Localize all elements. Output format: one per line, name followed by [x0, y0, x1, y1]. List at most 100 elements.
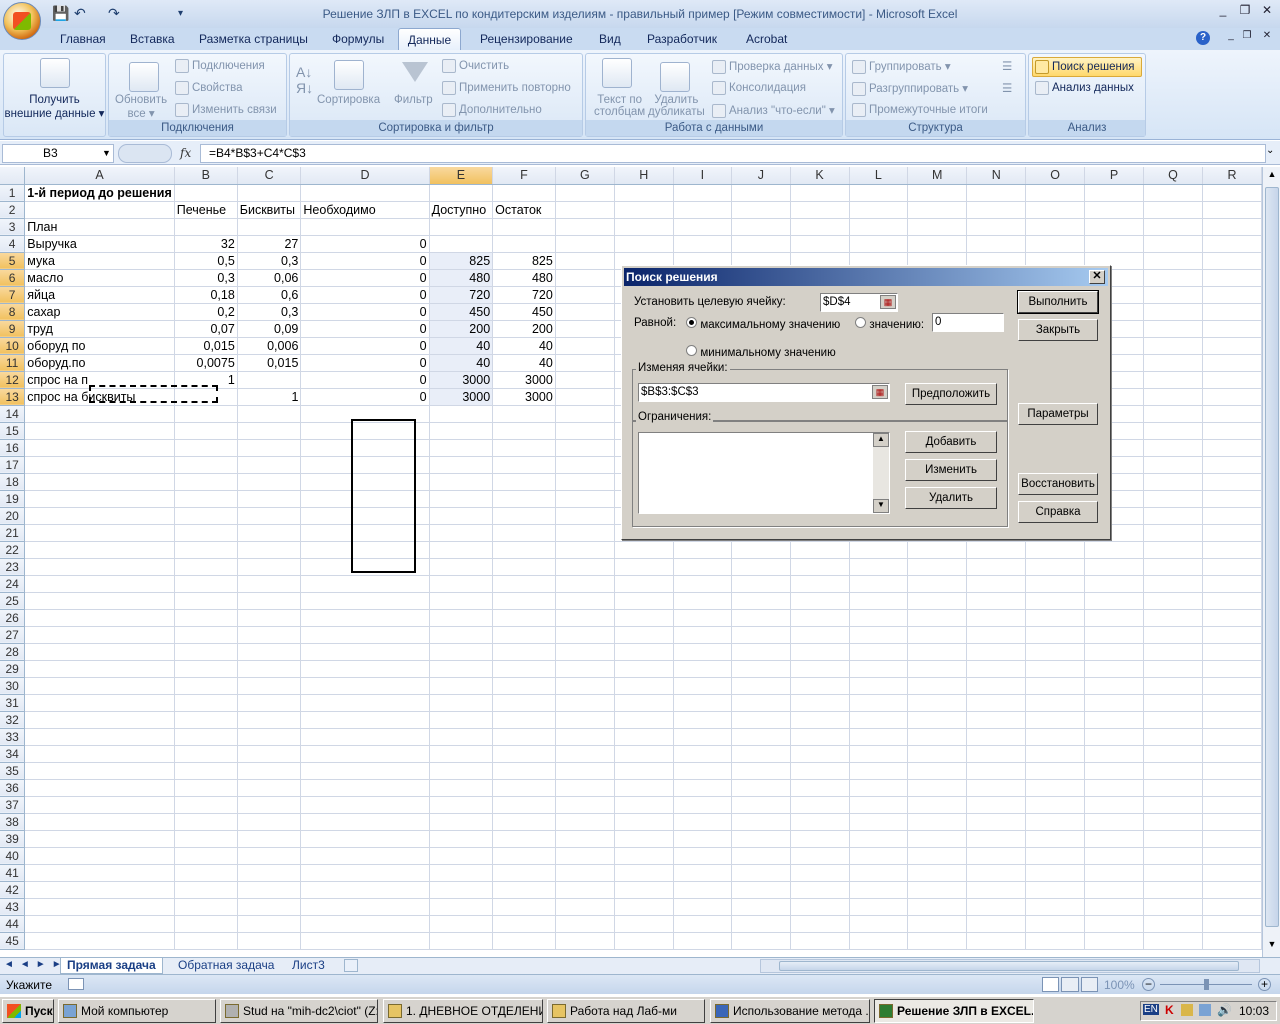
cell[interactable] [1143, 337, 1203, 355]
cell[interactable] [174, 643, 238, 661]
row-header[interactable]: 8 [0, 303, 26, 321]
cell[interactable]: 0 [300, 252, 430, 270]
cell[interactable] [790, 592, 850, 610]
cell[interactable] [1084, 677, 1144, 695]
cell[interactable] [1202, 660, 1262, 678]
cell[interactable] [555, 694, 615, 712]
cell[interactable] [966, 694, 1027, 712]
formula-input[interactable]: =B4*B$3+C4*C$3 [200, 144, 1266, 163]
cell[interactable] [492, 558, 556, 576]
cell[interactable] [492, 932, 556, 950]
cell[interactable]: 3000 [492, 371, 556, 389]
cell[interactable] [1202, 779, 1262, 797]
cell[interactable] [966, 881, 1027, 899]
cell[interactable] [1143, 779, 1203, 797]
close-button[interactable]: Закрыть [1018, 319, 1098, 341]
cell[interactable] [237, 592, 302, 610]
cell[interactable] [1084, 796, 1144, 814]
cell[interactable] [174, 626, 238, 644]
cell[interactable] [300, 218, 430, 236]
column-header[interactable]: N [966, 167, 1027, 185]
cell[interactable] [24, 694, 175, 712]
cell[interactable] [555, 456, 615, 474]
cell[interactable] [429, 235, 494, 253]
subtotals-button[interactable]: Промежуточные итоги [852, 103, 988, 117]
tray-icon-1[interactable] [1181, 1004, 1193, 1016]
row-header[interactable]: 31 [0, 694, 26, 712]
cell[interactable] [731, 813, 791, 831]
cell[interactable] [673, 184, 733, 202]
row-header[interactable]: 13 [0, 388, 26, 406]
column-header[interactable]: D [300, 167, 430, 185]
cell[interactable] [174, 762, 238, 780]
row-header[interactable]: 2 [0, 201, 26, 219]
cell[interactable] [614, 779, 674, 797]
edit-links-button[interactable]: Изменить связи [175, 103, 277, 117]
cell[interactable] [1084, 660, 1144, 678]
cell[interactable] [237, 643, 302, 661]
language-indicator[interactable]: EN [1143, 1004, 1159, 1015]
row-header[interactable]: 11 [0, 354, 26, 372]
cell[interactable] [555, 932, 615, 950]
row-header[interactable]: 27 [0, 626, 26, 644]
cell[interactable] [907, 762, 968, 780]
cell[interactable] [1202, 388, 1262, 406]
cell[interactable] [24, 507, 175, 525]
sort-az-icon[interactable]: A↓ Я↓ [296, 64, 313, 96]
cell[interactable] [300, 881, 430, 899]
cell[interactable] [673, 711, 733, 729]
column-header[interactable]: M [907, 167, 968, 185]
cell[interactable] [429, 660, 494, 678]
page-break-view-icon[interactable] [1080, 977, 1098, 992]
cell[interactable] [966, 864, 1027, 882]
cell[interactable] [555, 218, 615, 236]
cell[interactable] [1202, 898, 1262, 916]
cell[interactable] [966, 830, 1027, 848]
target-cell-ref-icon[interactable]: ▦ [880, 295, 896, 309]
cell[interactable] [1084, 864, 1144, 882]
cell[interactable] [614, 218, 674, 236]
cell[interactable]: яйца [24, 286, 175, 304]
cell[interactable] [429, 218, 494, 236]
cell[interactable] [174, 524, 238, 542]
cell[interactable] [24, 762, 175, 780]
cell[interactable] [555, 473, 615, 491]
cell[interactable] [849, 915, 909, 933]
cell[interactable] [555, 337, 615, 355]
cell[interactable] [237, 490, 302, 508]
cell[interactable] [614, 847, 674, 865]
minimize-icon[interactable]: _ [1212, 3, 1234, 19]
cell[interactable] [1025, 762, 1086, 780]
cell[interactable] [555, 779, 615, 797]
cell[interactable]: 0,3 [174, 269, 238, 287]
cell[interactable] [492, 575, 556, 593]
cell[interactable] [1025, 677, 1086, 695]
cell[interactable] [429, 796, 494, 814]
cell[interactable] [1143, 218, 1203, 236]
cell[interactable] [1202, 184, 1262, 202]
cell[interactable] [174, 218, 238, 236]
cell[interactable] [492, 422, 556, 440]
cell[interactable] [907, 660, 968, 678]
cell[interactable]: 0,2 [174, 303, 238, 321]
cell[interactable] [790, 847, 850, 865]
cell[interactable]: 480 [429, 269, 494, 287]
cell[interactable] [237, 932, 302, 950]
cell[interactable] [1202, 456, 1262, 474]
value-of-input[interactable]: 0 [932, 313, 1004, 332]
scroll-down-icon[interactable]: ▼ [1265, 939, 1279, 953]
name-box[interactable]: B3 [2, 144, 114, 163]
cell[interactable] [673, 643, 733, 661]
cell[interactable] [174, 660, 238, 678]
cell[interactable] [429, 847, 494, 865]
cell[interactable]: 0 [300, 371, 430, 389]
row-header[interactable]: 43 [0, 898, 26, 916]
cell[interactable] [1202, 490, 1262, 508]
cell[interactable] [174, 490, 238, 508]
cell[interactable] [429, 728, 494, 746]
cell[interactable] [1084, 575, 1144, 593]
cell[interactable] [1202, 677, 1262, 695]
cell[interactable] [731, 830, 791, 848]
cell[interactable] [1025, 201, 1086, 219]
cell[interactable] [673, 898, 733, 916]
